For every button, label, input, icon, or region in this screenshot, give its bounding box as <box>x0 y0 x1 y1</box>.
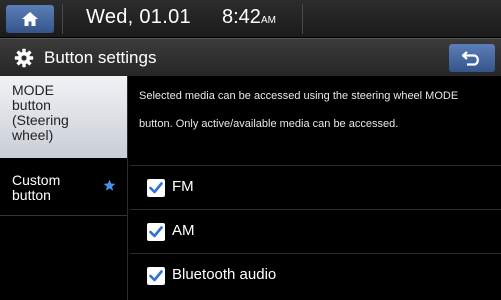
status-divider <box>62 4 63 34</box>
status-bar: Wed, 01.01 8:42AM <box>0 0 501 38</box>
option-label: AM <box>172 222 195 239</box>
am-checkbox[interactable] <box>147 223 165 241</box>
status-time-value: 8:42 <box>222 6 261 28</box>
status-time: 8:42AM <box>222 6 276 29</box>
star-icon <box>103 179 116 191</box>
home-button[interactable] <box>6 5 54 33</box>
checkmark-icon <box>149 226 163 238</box>
fm-checkbox[interactable] <box>147 179 165 197</box>
checkmark-icon <box>149 270 163 282</box>
option-row-bluetooth-audio[interactable]: Bluetooth audio <box>130 253 501 297</box>
bluetooth-audio-checkbox[interactable] <box>147 267 165 285</box>
option-row-fm[interactable]: FM <box>130 165 501 209</box>
page-title: Button settings <box>44 48 157 67</box>
status-divider <box>302 4 303 34</box>
gear-icon <box>14 48 34 68</box>
sidebar-item-mode-button[interactable]: MODE button (Steering wheel) <box>0 76 127 158</box>
sidebar-item-label: wheel) <box>12 127 54 143</box>
sidebar-divider <box>127 76 128 300</box>
sidebar-item-custom-button[interactable]: Custom button <box>0 166 127 216</box>
back-button[interactable] <box>449 44 495 72</box>
back-arrow-icon <box>461 51 479 66</box>
sidebar-item-label: (Steering <box>12 112 69 128</box>
status-date: Wed, 01.01 <box>86 6 191 28</box>
option-label: Bluetooth audio <box>172 266 277 283</box>
option-label: FM <box>172 178 194 195</box>
home-icon <box>22 12 38 26</box>
checkmark-icon <box>149 182 163 194</box>
sidebar-item-label: MODE <box>12 82 54 98</box>
title-bar: Button settings <box>0 38 501 76</box>
content-panel: Selected media can be accessed using the… <box>130 76 501 300</box>
sidebar-item-label: button <box>12 97 51 113</box>
status-ampm: AM <box>260 15 276 26</box>
description-text: Selected media can be accessed using the… <box>139 90 459 130</box>
option-row-am[interactable]: AM <box>130 209 501 253</box>
sidebar: MODE button (Steering wheel) Custom butt… <box>0 76 127 300</box>
